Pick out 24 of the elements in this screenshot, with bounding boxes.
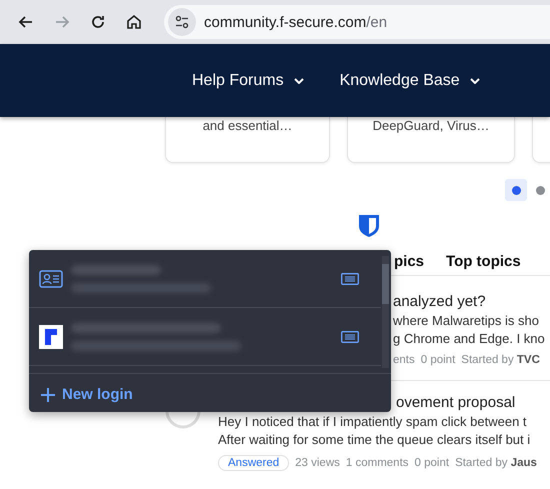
- topic-stat: ents: [393, 354, 415, 366]
- topic-snippet: g Chrome and Edge. I kno: [393, 330, 545, 348]
- topic-snippet: Hey I noticed that if I impatiently spam click between t: [218, 413, 528, 431]
- address-bar[interactable]: community.f-secure.com/en: [164, 5, 550, 39]
- answered-badge: Answered: [218, 455, 290, 471]
- new-login-button[interactable]: New login: [41, 386, 133, 403]
- topic-stat: 0 point: [420, 354, 456, 366]
- topic-snippet: After waiting for some time the queue clears itself but i: [218, 431, 532, 449]
- nav-menu-link[interactable]: Knowledge Base: [340, 72, 480, 90]
- card-description: DeepGuard, Virus…: [372, 118, 490, 135]
- category-card[interactable]: DeepGuard, Virus…: [347, 117, 515, 163]
- topics-tab[interactable]: Top topics: [446, 253, 521, 270]
- topic-stat: 0 point: [414, 457, 450, 469]
- topic-author: Started by TVC: [461, 354, 540, 366]
- topic-title[interactable]: analyzed yet?: [393, 292, 545, 312]
- topic-stat: 1 comments: [346, 457, 409, 469]
- topic-author: Started by Jaus: [455, 457, 537, 469]
- topic-stat: 23 views: [295, 457, 340, 469]
- url-text: community.f-secure.com/en: [204, 14, 388, 30]
- topic-snippet: where Malwaretips is sho: [393, 312, 540, 330]
- topics-tab[interactable]: pics: [394, 253, 424, 270]
- nav-menu-link[interactable]: Help Forums: [192, 72, 304, 90]
- card-description: and essential…: [202, 118, 292, 135]
- category-card[interactable]: and essential…: [165, 117, 330, 163]
